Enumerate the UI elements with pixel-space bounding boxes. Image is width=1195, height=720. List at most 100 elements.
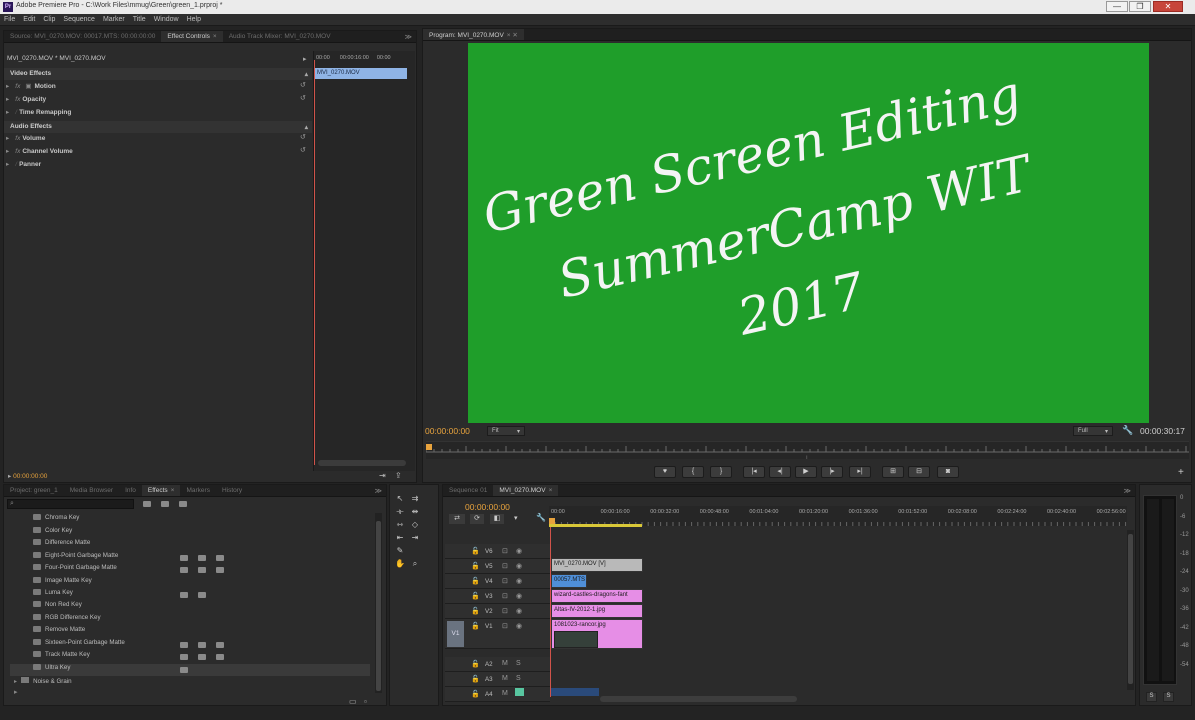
expand-triangle-icon[interactable]: ▸ xyxy=(6,96,9,103)
source-patch-v1[interactable]: V1 xyxy=(447,621,464,647)
add-marker-icon[interactable]: ◧ xyxy=(490,514,504,524)
track-select-tool-icon[interactable]: ⇉ xyxy=(409,493,421,504)
tab-program[interactable]: Program: MVI_0270.MOV × ✕ xyxy=(423,29,524,40)
folder-noise-grain[interactable]: ▸ Noise & Grain xyxy=(14,677,72,685)
fx-icon[interactable]: fx xyxy=(15,135,20,142)
eye-icon[interactable]: ◉ xyxy=(516,547,522,555)
panel-menu-icon[interactable]: ≫ xyxy=(375,487,382,495)
close-button[interactable]: ✕ xyxy=(1153,1,1183,12)
sync-lock-icon[interactable]: ⊡ xyxy=(502,562,508,570)
sync-lock-icon[interactable]: ⊡ xyxy=(502,547,508,555)
work-area-bar[interactable] xyxy=(549,524,642,527)
clip-00057-mts[interactable]: 00057.MTS xyxy=(551,574,587,588)
hand-tool-icon[interactable]: ✋ xyxy=(394,558,406,569)
mini-clip-bar[interactable]: MVI_0270.MOV xyxy=(315,68,407,79)
effect-controls-timeline[interactable] xyxy=(313,51,415,471)
mute-icon[interactable]: M xyxy=(502,660,508,667)
tab-media-browser[interactable]: Media Browser xyxy=(64,485,119,496)
track-header-a2[interactable]: 🔓 A2 M S xyxy=(445,657,550,672)
solo-right-button[interactable]: S xyxy=(1163,692,1174,702)
tab-markers[interactable]: Markers xyxy=(180,485,215,496)
track-header-v4[interactable]: 🔓 V4 ⊡ ◉ xyxy=(445,574,550,589)
close-icon[interactable]: × ✕ xyxy=(507,32,518,39)
sync-lock-icon[interactable]: ⊡ xyxy=(502,592,508,600)
close-icon[interactable]: × xyxy=(171,487,175,494)
new-item-icon[interactable]: ▫ xyxy=(364,697,367,706)
lock-icon[interactable]: 🔓 xyxy=(471,592,480,600)
solo-left-button[interactable]: S xyxy=(1146,692,1157,702)
menu-file[interactable]: File xyxy=(0,14,19,23)
tab-history[interactable]: History xyxy=(216,485,248,496)
track-header-v5[interactable]: 🔓 V5 ⊡ ◉ xyxy=(445,559,550,574)
fx-icon[interactable]: fx xyxy=(15,83,20,90)
effect-item[interactable]: Image Matte Key xyxy=(33,577,92,589)
step-forward-button[interactable]: |▸ xyxy=(821,466,843,478)
pen-tool-icon[interactable]: ✎ xyxy=(394,545,406,556)
reset-icon[interactable]: ↺ xyxy=(300,81,306,89)
lock-icon[interactable]: 🔓 xyxy=(471,622,480,630)
32bit-effects-icon[interactable] xyxy=(161,501,169,507)
reset-icon[interactable]: ↺ xyxy=(300,94,306,102)
lock-icon[interactable]: 🔓 xyxy=(471,547,480,555)
menu-marker[interactable]: Marker xyxy=(99,14,129,23)
effect-row-opacity[interactable]: ▸ fx Opacity xyxy=(6,95,46,107)
clip-wizard-castles[interactable]: wizard-castles-dragons-fant xyxy=(551,589,643,603)
solo-icon[interactable]: S xyxy=(516,675,521,682)
effect-item[interactable]: Eight-Point Garbage Matte xyxy=(33,552,118,564)
close-icon[interactable]: × xyxy=(549,487,553,494)
expand-triangle-icon[interactable]: ▸ xyxy=(14,688,18,696)
effect-row-motion[interactable]: ▸ fx ▣ Motion xyxy=(6,82,56,94)
restore-button[interactable]: ❐ xyxy=(1129,1,1151,12)
effect-row-time-remapping[interactable]: ▸ / Time Remapping xyxy=(6,108,71,120)
mark-in-button[interactable]: { xyxy=(682,466,704,478)
step-back-button[interactable]: ◂| xyxy=(769,466,791,478)
sync-lock-icon[interactable]: ⊡ xyxy=(502,607,508,615)
eye-icon[interactable]: ◉ xyxy=(516,577,522,585)
menu-edit[interactable]: Edit xyxy=(19,14,39,23)
minimize-button[interactable]: — xyxy=(1106,1,1128,12)
tab-audio-track-mixer[interactable]: Audio Track Mixer: MVI_0270.MOV xyxy=(223,31,337,42)
audio-clip-a4[interactable] xyxy=(551,688,599,696)
timeline-settings-wrench-icon[interactable]: 🔧 xyxy=(536,513,546,522)
mark-out-button[interactable]: } xyxy=(710,466,732,478)
track-header-v6[interactable]: 🔓 V6 ⊡ ◉ xyxy=(445,544,550,559)
clip-mvi-0270[interactable]: MVI_0270.MOV [V] xyxy=(551,558,643,572)
extract-button[interactable]: ⊟ xyxy=(908,466,930,478)
expand-triangle-icon[interactable]: ▸ xyxy=(14,678,17,685)
tab-info[interactable]: Info xyxy=(119,485,142,496)
audio-mute-toggle[interactable] xyxy=(515,688,524,696)
lock-icon[interactable]: 🔓 xyxy=(471,660,480,668)
expand-triangle-icon[interactable]: ▸ xyxy=(6,109,9,116)
menu-sequence[interactable]: Sequence xyxy=(59,14,99,23)
zoom-tool-icon[interactable]: ⌕ xyxy=(409,558,421,569)
timeline-timecode[interactable]: 00:00:00:00 xyxy=(465,502,510,512)
effect-row-panner[interactable]: ▸ / Panner xyxy=(6,160,41,172)
tab-project[interactable]: Project: green_1 xyxy=(4,485,64,496)
mute-icon[interactable]: M xyxy=(502,675,508,682)
track-header-a3[interactable]: 🔓 A3 M S xyxy=(445,672,550,687)
menu-title[interactable]: Title xyxy=(129,14,150,23)
track-header-v3[interactable]: 🔓 V3 ⊡ ◉ xyxy=(445,589,550,604)
effect-item[interactable]: Non Red Key xyxy=(33,601,82,613)
mute-icon[interactable]: M xyxy=(502,690,508,697)
solo-icon[interactable]: S xyxy=(516,660,521,667)
export-icon[interactable]: ⇪ xyxy=(395,471,402,480)
program-video-frame[interactable]: Green Screen Editing SummerCamp WIT 2017 xyxy=(468,43,1149,423)
quality-dropdown[interactable]: Full ▾ xyxy=(1073,426,1113,436)
eye-icon[interactable]: ◉ xyxy=(516,592,522,600)
add-button-icon[interactable]: + xyxy=(1178,467,1184,478)
rolling-edit-tool-icon[interactable]: ⇹ xyxy=(409,506,421,517)
lock-icon[interactable]: 🔓 xyxy=(471,675,480,683)
reset-icon[interactable]: ↺ xyxy=(300,133,306,141)
playhead-line[interactable] xyxy=(314,60,315,465)
tab-sequence-01[interactable]: Sequence 01 xyxy=(443,485,493,496)
effect-item[interactable]: Luma Key xyxy=(33,589,73,601)
eye-icon[interactable]: ◉ xyxy=(516,607,522,615)
marker-icon[interactable]: ▾ xyxy=(514,514,518,522)
export-frame-button[interactable]: ◙ xyxy=(937,466,959,478)
effect-row-channel-volume[interactable]: ▸ fx Channel Volume xyxy=(6,147,73,159)
snap-icon[interactable]: ⇄ xyxy=(449,514,465,524)
eye-icon[interactable]: ◉ xyxy=(516,622,522,630)
lock-icon[interactable]: 🔓 xyxy=(471,562,480,570)
effect-item[interactable]: Chroma Key xyxy=(33,514,79,526)
